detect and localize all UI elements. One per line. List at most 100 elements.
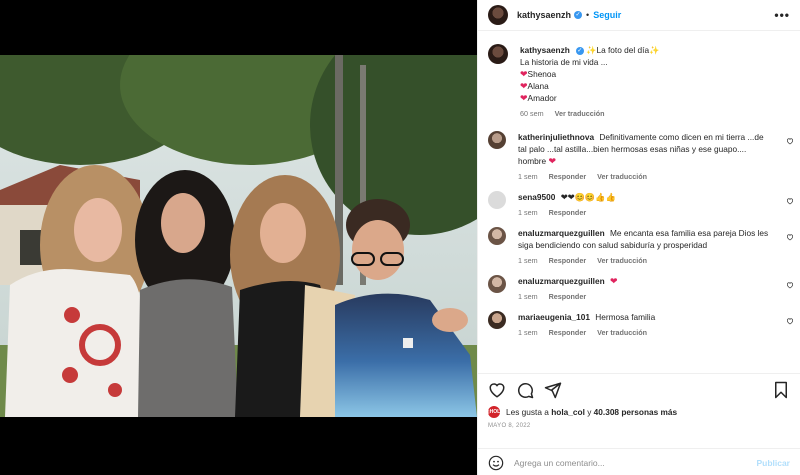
avatar[interactable] — [488, 131, 506, 149]
separator-dot: • — [586, 10, 590, 20]
comment-icon[interactable] — [516, 381, 534, 399]
add-comment-bar: Publicar — [478, 448, 800, 475]
reply-button[interactable]: Responder — [549, 208, 587, 217]
like-comment-heart-icon[interactable] — [786, 137, 794, 145]
like-comment-heart-icon[interactable] — [786, 233, 794, 241]
reply-button[interactable]: Responder — [549, 172, 587, 181]
caption: kathysaenzh ✓ ✨La foto del día✨ La histor… — [478, 36, 800, 118]
action-icons-row — [478, 374, 800, 406]
heart-icon[interactable] — [488, 381, 506, 399]
comment-username[interactable]: enaluzmarquezguillen — [518, 276, 605, 286]
comment-body: enaluzmarquezguillen ❤ 1 sem Responder — [518, 275, 790, 301]
comment-text: sena9500 ❤❤😊😊👍👍 — [518, 191, 772, 203]
media-pane — [0, 0, 477, 475]
caption-username[interactable]: kathysaenzh — [520, 45, 570, 55]
comment-time[interactable]: 1 sem — [518, 256, 538, 265]
reply-button[interactable]: Responder — [549, 328, 587, 337]
sparkle-emoji-icon: ✨ — [649, 45, 660, 55]
comment-text: enaluzmarquezguillen Me encanta esa fami… — [518, 227, 772, 251]
likes-count[interactable]: 40.308 personas más — [594, 407, 677, 417]
comment-meta: 1 sem Responder Ver traducción — [518, 172, 772, 181]
liker-username[interactable]: hola_col — [551, 407, 585, 417]
comment-username[interactable]: sena9500 — [518, 192, 555, 202]
bookmark-icon[interactable] — [772, 381, 790, 399]
share-icon[interactable] — [544, 381, 562, 399]
avatar[interactable] — [488, 311, 506, 329]
avatar[interactable] — [488, 227, 506, 245]
reply-button[interactable]: Responder — [549, 256, 587, 265]
instagram-post: kathysaenzh ✓ • Seguir ••• kathysaenzh ✓ … — [0, 0, 800, 475]
caption-name-1: Shenoa — [527, 69, 557, 79]
caption-time[interactable]: 60 sem — [520, 109, 544, 118]
comment-emoji: ❤ — [548, 156, 556, 166]
follow-button[interactable]: Seguir — [593, 10, 621, 20]
comment-item: mariaeugenia_101 Hermosa familia 1 sem R… — [478, 311, 800, 337]
post-date[interactable]: MAYO 8, 2022 — [478, 418, 800, 429]
comment-body: katherinjuliethnova Definitivamente como… — [518, 131, 790, 181]
comment-time[interactable]: 1 sem — [518, 328, 538, 337]
comment-meta: 1 sem Responder — [518, 292, 772, 301]
translate-button[interactable]: Ver traducción — [555, 109, 605, 118]
comment-username[interactable]: katherinjuliethnova — [518, 132, 594, 142]
avatar[interactable] — [488, 44, 508, 64]
comment-text: enaluzmarquezguillen ❤ — [518, 275, 772, 287]
caption-meta: 60 sem Ver traducción — [520, 109, 772, 118]
author-username[interactable]: kathysaenzh — [517, 10, 571, 20]
comment-username[interactable]: enaluzmarquezguillen — [518, 228, 605, 238]
comment-time[interactable]: 1 sem — [518, 292, 538, 301]
comment-text: mariaeugenia_101 Hermosa familia — [518, 311, 772, 323]
comment-input[interactable] — [514, 457, 757, 468]
caption-line1: La foto del día — [596, 45, 650, 55]
reply-button[interactable]: Responder — [549, 292, 587, 301]
red-heart-icon: ❤ — [520, 93, 528, 103]
caption-line2: La historia de mi vida ... — [520, 57, 608, 67]
verified-icon: ✓ — [575, 46, 584, 55]
avatar[interactable] — [488, 275, 506, 293]
post-actions: ¡HOLA! Les gusta a hola_col y 40.308 per… — [478, 373, 800, 475]
likes-summary: ¡HOLA! Les gusta a hola_col y 40.308 per… — [478, 406, 800, 418]
post-header: kathysaenzh ✓ • Seguir ••• — [478, 0, 800, 31]
verified-icon: ✓ — [574, 11, 583, 19]
comment-meta: 1 sem Responder Ver traducción — [518, 256, 772, 265]
comment-item: katherinjuliethnova Definitivamente como… — [478, 131, 800, 181]
likes-middle: y — [587, 407, 592, 417]
like-comment-heart-icon[interactable] — [786, 197, 794, 205]
post-photo[interactable] — [0, 55, 477, 417]
comment-body: sena9500 ❤❤😊😊👍👍 1 sem Responder — [518, 191, 790, 217]
liker-avatar[interactable]: ¡HOLA! — [488, 406, 506, 418]
comment-meta: 1 sem Responder Ver traducción — [518, 328, 772, 337]
likes-prefix: Les gusta a — [506, 407, 549, 417]
comment-body: mariaeugenia_101 Hermosa familia 1 sem R… — [518, 311, 790, 337]
comment-time[interactable]: 1 sem — [518, 208, 538, 217]
emoji-icon[interactable] — [488, 455, 504, 471]
caption-name-2: Alana — [527, 81, 549, 91]
comment-content: Hermosa familia — [595, 312, 656, 322]
caption-body: kathysaenzh ✓ ✨La foto del día✨ La histor… — [520, 44, 790, 118]
comment-emoji: ❤ — [609, 276, 618, 286]
comment-text: katherinjuliethnova Definitivamente como… — [518, 131, 772, 167]
comment-body: enaluzmarquezguillen Me encanta esa fami… — [518, 227, 790, 265]
caption-name-3: Amador — [527, 93, 557, 103]
default-avatar[interactable] — [488, 191, 506, 209]
like-comment-heart-icon[interactable] — [786, 281, 794, 289]
comment-item: sena9500 ❤❤😊😊👍👍 1 sem Responder — [478, 191, 800, 217]
caption-text: kathysaenzh ✓ ✨La foto del día✨ La histor… — [520, 44, 772, 104]
comment-time[interactable]: 1 sem — [518, 172, 538, 181]
comment-item: enaluzmarquezguillen ❤ 1 sem Responder — [478, 275, 800, 301]
translate-button[interactable]: Ver traducción — [597, 328, 647, 337]
red-heart-icon: ❤ — [520, 81, 528, 91]
red-heart-icon: ❤ — [520, 69, 528, 79]
comment-username[interactable]: mariaeugenia_101 — [518, 312, 590, 322]
post-sidebar: kathysaenzh ✓ • Seguir ••• kathysaenzh ✓ … — [477, 0, 800, 475]
avatar[interactable] — [488, 5, 508, 25]
translate-button[interactable]: Ver traducción — [597, 256, 647, 265]
comment-emoji: ❤❤😊😊👍👍 — [560, 192, 616, 202]
translate-button[interactable]: Ver traducción — [597, 172, 647, 181]
like-comment-heart-icon[interactable] — [786, 317, 794, 325]
sparkle-emoji-icon: ✨ — [586, 45, 597, 55]
more-icon[interactable]: ••• — [774, 8, 790, 22]
comment-meta: 1 sem Responder — [518, 208, 772, 217]
comment-item: enaluzmarquezguillen Me encanta esa fami… — [478, 227, 800, 265]
comments-list[interactable]: kathysaenzh ✓ ✨La foto del día✨ La histor… — [478, 36, 800, 371]
publish-button[interactable]: Publicar — [756, 458, 790, 468]
